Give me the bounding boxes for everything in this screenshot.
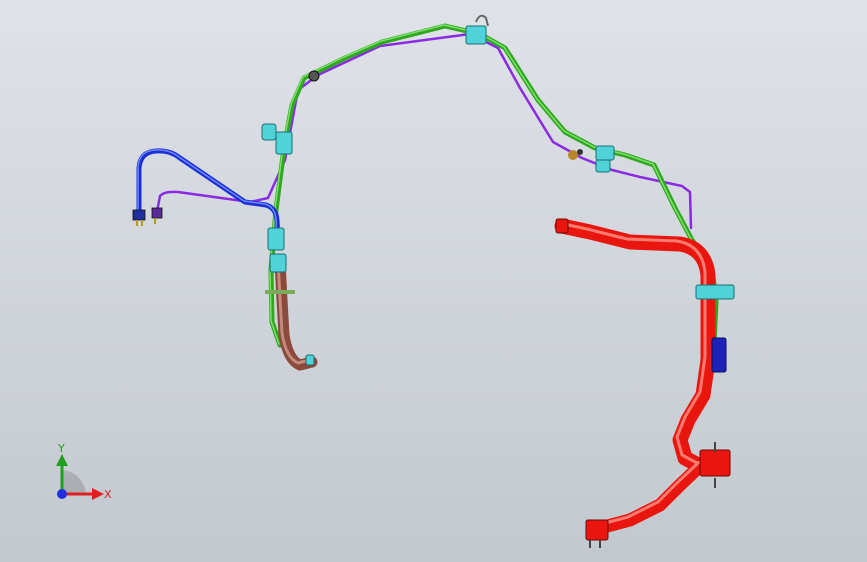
clips[interactable] — [261, 25, 735, 366]
line-end-connectors[interactable] — [132, 207, 163, 226]
triad-y-label: Y — [57, 442, 65, 455]
green-mount-bracket[interactable] — [265, 290, 295, 294]
red-hose-end-fitting[interactable] — [555, 218, 569, 234]
brown-hose[interactable] — [274, 256, 318, 371]
assembly-scene[interactable]: Y X — [0, 0, 867, 562]
clip-left-upper[interactable] — [261, 123, 277, 141]
purple-line-end-connector[interactable] — [151, 207, 163, 219]
coordinate-triad: Y X — [56, 442, 112, 501]
clip-left-upper-block[interactable] — [275, 131, 293, 155]
triad-x-label: X — [104, 488, 112, 501]
blue-line-end-connector[interactable] — [132, 209, 146, 221]
grommet-fitting[interactable] — [308, 70, 320, 82]
clip-top[interactable] — [465, 25, 487, 45]
clip-right-lower[interactable] — [595, 159, 611, 173]
orange-fitting[interactable] — [568, 150, 578, 160]
clip-red-hose[interactable] — [695, 284, 735, 300]
red-hose-tee-fitting[interactable] — [699, 449, 731, 477]
green-tube[interactable] — [268, 23, 719, 348]
red-hose-lower-fitting[interactable] — [585, 519, 609, 541]
blue-connector-block[interactable] — [711, 337, 727, 373]
red-hose[interactable] — [554, 218, 731, 548]
clip-left-middle[interactable] — [267, 227, 285, 251]
top-bracket[interactable] — [475, 14, 489, 27]
clip-right-upper[interactable] — [595, 145, 615, 161]
orange-fitting-nut[interactable] — [577, 149, 583, 155]
clip-left-lower[interactable] — [269, 253, 287, 273]
clip-brown-end[interactable] — [305, 354, 315, 366]
3d-viewport[interactable]: Y X — [0, 0, 867, 562]
